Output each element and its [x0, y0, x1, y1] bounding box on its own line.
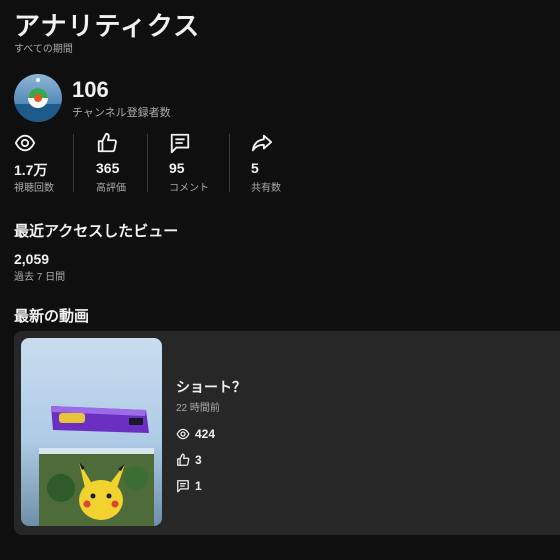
- stat-value: 1.7万: [14, 162, 48, 178]
- stats-row: 1.7万 視聴回数 365 高評価 95 コメント 5 共有数: [0, 132, 320, 194]
- recent-views-heading: 最近アクセスしたビュー: [14, 223, 179, 240]
- stat-value: 365: [96, 160, 120, 176]
- latest-video-heading: 最新の動画: [14, 308, 90, 325]
- subscriber-count: 106: [72, 77, 109, 102]
- period-subtitle[interactable]: すべての期間: [14, 40, 73, 55]
- stat-label: コメント: [169, 183, 209, 194]
- stat-value: 5: [251, 160, 259, 176]
- stat-likes[interactable]: 365 高評価: [96, 132, 176, 194]
- stat-comments[interactable]: 95 コメント: [169, 132, 249, 194]
- eye-icon: [14, 134, 36, 152]
- stat-divider: [229, 134, 230, 192]
- video-title[interactable]: ショート？: [176, 377, 246, 397]
- analytics-page: アナリティクス すべての期間 106 チャンネル登録者数 1.7万 視聴回数 3…: [0, 0, 560, 560]
- comment-icon: [177, 480, 189, 493]
- share-icon: [251, 134, 273, 152]
- stat-label: 視聴回数: [14, 183, 54, 194]
- latest-video-card[interactable]: ショート？ 22 時間前 424 3 1: [14, 331, 560, 535]
- video-time: 22 時間前: [176, 403, 220, 414]
- video-likes-value: 3: [195, 453, 202, 467]
- thumbs-up-icon: [97, 132, 117, 153]
- stat-value: 95: [169, 160, 185, 176]
- stat-label: 共有数: [251, 183, 281, 194]
- recent-views-period: 過去 7 日間: [14, 272, 66, 283]
- eye-icon: [176, 428, 190, 440]
- stat-views[interactable]: 1.7万 視聴回数: [14, 132, 94, 194]
- comment-icon: [170, 133, 190, 154]
- channel-avatar[interactable]: [14, 74, 62, 122]
- stat-divider: [73, 134, 74, 192]
- video-thumbnail[interactable]: [21, 338, 162, 526]
- stat-divider: [147, 134, 148, 192]
- thumbs-up-icon: [177, 453, 190, 466]
- recent-views-value: 2,059: [14, 251, 50, 267]
- video-views-value: 424: [195, 427, 216, 441]
- stat-label: 高評価: [96, 183, 126, 194]
- video-comments-value: 1: [195, 479, 202, 493]
- subscriber-label: チャンネル登録者数: [72, 107, 171, 119]
- stat-shares[interactable]: 5 共有数: [251, 132, 331, 194]
- page-title: アナリティクス: [14, 11, 201, 41]
